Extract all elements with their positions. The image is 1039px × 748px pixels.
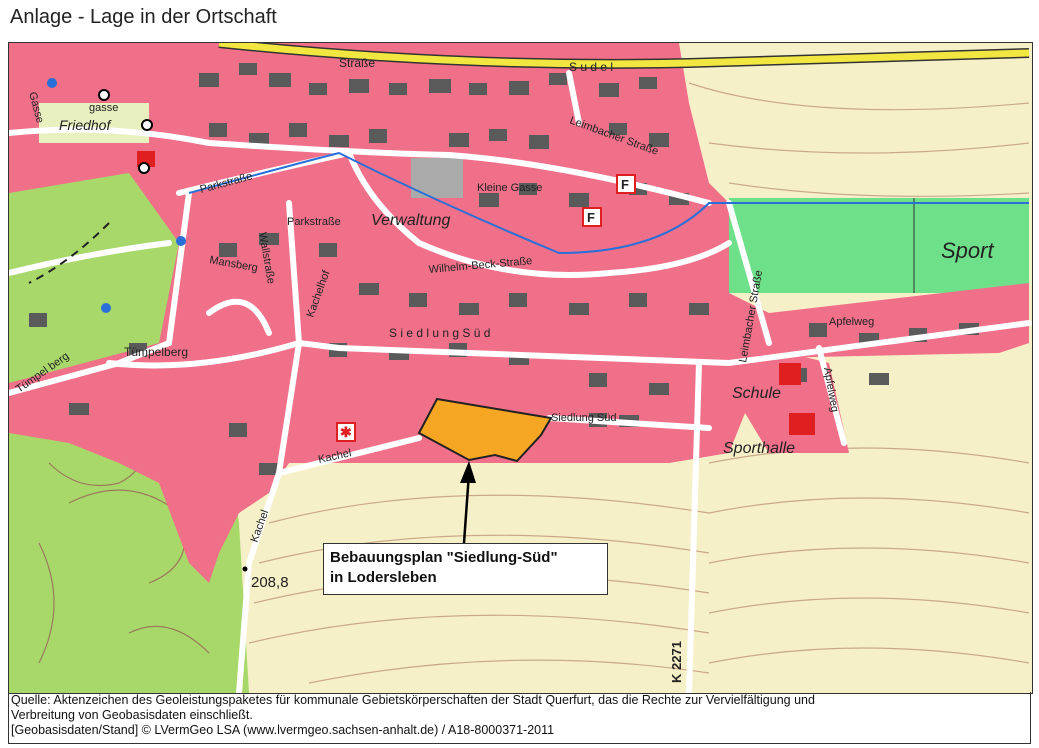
schule-label: Schule (732, 385, 781, 402)
street-label: Tümpelberg (124, 345, 188, 359)
street-label: Siedlung Süd (551, 412, 616, 424)
plan-callout-box: Bebauungsplan "Siedlung-Süd" in Lodersle… (323, 543, 608, 595)
street-label: S i e d l u n g S ü d (389, 326, 490, 340)
street-label: Apfelweg (829, 316, 874, 328)
page-title: Anlage - Lage in der Ortschaft (10, 6, 277, 28)
street-label: gasse (89, 102, 118, 114)
footer-line-1: Quelle: Aktenzeichen des Geoleistungspak… (11, 693, 815, 707)
road-number-label: K 2271 (669, 641, 684, 683)
fire-station-label: F (621, 177, 629, 192)
callout-line-2: in Lodersleben (330, 569, 437, 586)
verwaltung-label: Verwaltung (371, 212, 451, 229)
source-footer: Quelle: Aktenzeichen des Geoleistungspak… (8, 692, 1031, 744)
street-label: S u d e l (569, 60, 613, 74)
street-label: Kleine Gasse (477, 182, 542, 194)
elevation-point-icon (242, 566, 248, 572)
sporthalle-label: Sporthalle (723, 440, 795, 457)
footer-line-2: Verbreitung von Geobasisdaten einschließ… (11, 708, 253, 722)
sport-label: Sport (941, 238, 994, 263)
street-label: Parkstraße (287, 216, 341, 228)
monument-icon (138, 162, 150, 174)
info-icon (176, 236, 186, 246)
fire-station-label: F (587, 210, 595, 225)
svg-text:✱: ✱ (340, 424, 352, 440)
schule-building (779, 363, 801, 385)
map-viewport[interactable]: F F ✱ Friedhof Verwaltung Sport Schule S… (8, 42, 1033, 694)
street-label: Straße (339, 56, 375, 70)
monument-icon (141, 119, 153, 131)
footer-line-3: [Geobasisdaten/Stand] © LVermGeo LSA (ww… (11, 723, 555, 737)
sporthalle-building (789, 413, 815, 435)
info-icon (101, 303, 111, 313)
callout-line-1: Bebauungsplan "Siedlung-Süd" (330, 549, 558, 566)
elevation-label: 208,8 (251, 574, 289, 591)
church-icon (98, 89, 110, 101)
friedhof-label: Friedhof (59, 117, 112, 133)
info-icon (47, 78, 57, 88)
